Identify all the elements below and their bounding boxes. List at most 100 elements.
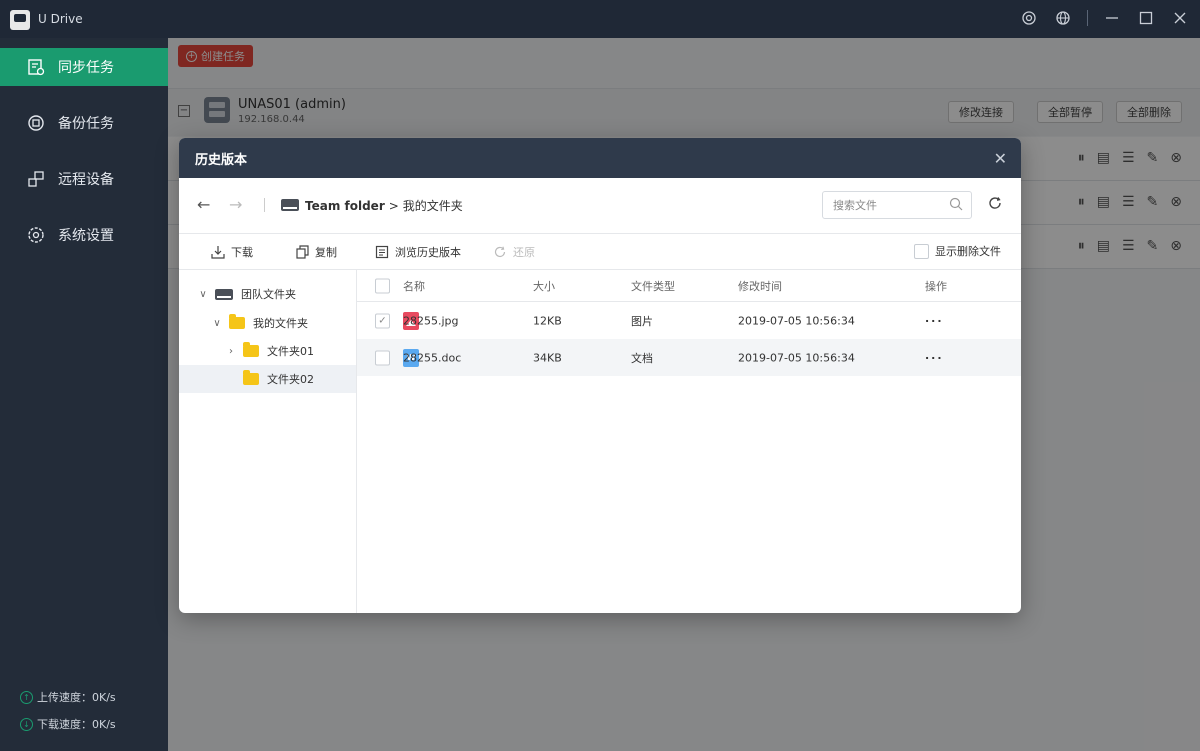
sidebar-item-remote-devices[interactable]: 远程设备 <box>0 160 168 198</box>
sidebar-item-label: 同步任务 <box>58 60 114 76</box>
globe-icon[interactable] <box>1053 8 1073 28</box>
sidebar-item-label: 系统设置 <box>58 228 114 244</box>
folder-tree: ∨ 团队文件夹 ∨ 我的文件夹 › 文件夹01 文件夹02 <box>179 270 357 613</box>
file-type: 文档 <box>631 351 653 365</box>
settings-icon[interactable] <box>1019 8 1039 28</box>
path-bar: ← → Team folder > 我的文件夹 <box>179 178 1021 234</box>
file-type: 图片 <box>631 314 653 328</box>
select-all-checkbox[interactable] <box>375 278 390 293</box>
show-deleted-label: 显示删除文件 <box>935 245 1001 258</box>
file-row[interactable]: W 28255.doc 34KB 文档 2019-07-05 10:56:34 … <box>357 339 1021 376</box>
refresh-icon[interactable] <box>987 195 1003 214</box>
download-icon: ↓ <box>20 717 33 731</box>
file-modified: 2019-07-05 10:56:34 <box>738 351 855 364</box>
path-divider <box>264 198 265 212</box>
restore-button[interactable]: 还原 <box>493 244 535 260</box>
download-icon <box>211 245 225 259</box>
file-list: 名称 大小 文件类型 修改时间 操作 ✓ 28255.jpg 12KB 图片 2… <box>357 270 1021 613</box>
browse-history-button[interactable]: 浏览历史版本 <box>375 244 461 260</box>
column-name[interactable]: 名称 <box>403 278 425 294</box>
restore-icon <box>493 245 507 259</box>
dialog-title: 历史版本 <box>195 152 248 168</box>
file-size: 34KB <box>533 351 562 364</box>
tree-node-folder02[interactable]: 文件夹02 <box>179 365 356 393</box>
column-modified[interactable]: 修改时间 <box>738 278 782 294</box>
file-size: 12KB <box>533 314 562 327</box>
folder-icon <box>243 370 259 385</box>
chevron-right-icon[interactable]: › <box>225 346 237 357</box>
sidebar-item-sync-tasks[interactable]: 同步任务 <box>0 48 168 86</box>
restore-label: 还原 <box>513 246 535 259</box>
breadcrumb: Team folder > 我的文件夹 <box>305 197 463 214</box>
tree-node-my-folder[interactable]: ∨ 我的文件夹 <box>179 309 356 337</box>
folder-icon <box>229 314 245 329</box>
file-name: 28255.doc <box>403 351 462 364</box>
drive-icon <box>281 199 299 211</box>
column-size[interactable]: 大小 <box>533 278 555 294</box>
sidebar: 同步任务 备份任务 远程设备 系统设置 ↑ 上传速度：0K/s ↓ 下载速度：0… <box>0 38 168 751</box>
tree-node-team-folder[interactable]: ∨ 团队文件夹 <box>179 280 356 308</box>
chevron-down-icon[interactable]: ∨ <box>211 318 223 329</box>
dialog-header: 历史版本 ✕ <box>179 138 1021 178</box>
show-deleted-toggle[interactable]: 显示删除文件 <box>914 243 1001 259</box>
tree-node-label: 文件夹02 <box>267 373 314 386</box>
tree-node-label: 文件夹01 <box>267 345 314 358</box>
column-actions: 操作 <box>925 279 947 293</box>
sidebar-item-system-settings[interactable]: 系统设置 <box>0 216 168 254</box>
download-speed: ↓ 下载速度：0K/s <box>20 716 116 732</box>
breadcrumb-current[interactable]: 我的文件夹 <box>403 197 463 214</box>
breadcrumb-root[interactable]: Team folder <box>305 199 385 213</box>
download-button[interactable]: 下载 <box>211 244 253 260</box>
title-bar: U Drive <box>0 0 1200 38</box>
maximize-icon[interactable] <box>1136 8 1156 28</box>
more-actions-icon[interactable]: ··· <box>925 314 944 327</box>
show-deleted-checkbox[interactable] <box>914 243 929 259</box>
copy-button[interactable]: 复制 <box>295 244 337 260</box>
file-list-header: 名称 大小 文件类型 修改时间 操作 <box>357 270 1021 302</box>
file-checkbox-checked[interactable]: ✓ <box>375 313 390 328</box>
tree-node-folder01[interactable]: › 文件夹01 <box>179 337 356 365</box>
dialog-toolbar: 下载 复制 浏览历史版本 还原 显示删除文件 <box>179 234 1021 270</box>
file-checkbox[interactable] <box>375 350 390 365</box>
back-arrow-icon[interactable]: ← <box>197 195 210 214</box>
chevron-down-icon[interactable]: ∨ <box>197 289 209 300</box>
history-version-dialog: 历史版本 ✕ ← → Team folder > 我的文件夹 下载 <box>179 138 1021 613</box>
file-row[interactable]: ✓ 28255.jpg 12KB 图片 2019-07-05 10:56:34 … <box>357 302 1021 339</box>
forward-arrow-icon[interactable]: → <box>229 195 242 214</box>
more-actions-icon[interactable]: ··· <box>925 351 944 364</box>
close-icon[interactable] <box>1170 8 1190 28</box>
sidebar-item-label: 备份任务 <box>58 116 114 132</box>
upload-icon: ↑ <box>20 690 33 704</box>
search-input[interactable] <box>833 192 943 218</box>
app-title: U Drive <box>38 12 83 26</box>
sync-task-icon <box>26 57 46 77</box>
download-speed-text: 下载速度：0K/s <box>37 718 116 731</box>
search-icon[interactable] <box>949 197 963 214</box>
backup-icon <box>26 113 46 133</box>
remote-device-icon <box>26 169 46 189</box>
sidebar-item-label: 远程设备 <box>58 172 114 188</box>
tree-node-label: 我的文件夹 <box>253 317 308 330</box>
titlebar-divider <box>1087 10 1088 26</box>
drive-icon <box>215 288 233 300</box>
app-logo <box>10 10 30 30</box>
column-type[interactable]: 文件类型 <box>631 278 675 294</box>
upload-speed: ↑ 上传速度：0K/s <box>20 689 116 705</box>
file-modified: 2019-07-05 10:56:34 <box>738 314 855 327</box>
tree-node-label: 团队文件夹 <box>241 288 296 301</box>
file-name: 28255.jpg <box>403 314 459 327</box>
copy-label: 复制 <box>315 246 337 259</box>
dialog-body: ∨ 团队文件夹 ∨ 我的文件夹 › 文件夹01 文件夹02 名称 大小 文件类型… <box>179 270 1021 613</box>
settings-icon <box>26 225 46 245</box>
search-box <box>822 191 972 219</box>
download-label: 下载 <box>231 246 253 259</box>
history-list-icon <box>375 245 389 259</box>
breadcrumb-separator: > <box>388 198 399 213</box>
sidebar-item-backup-tasks[interactable]: 备份任务 <box>0 104 168 142</box>
copy-icon <box>295 245 309 259</box>
close-icon[interactable]: ✕ <box>994 149 1007 168</box>
minimize-icon[interactable] <box>1102 8 1122 28</box>
upload-speed-text: 上传速度：0K/s <box>37 691 116 704</box>
browse-history-label: 浏览历史版本 <box>395 246 461 259</box>
folder-icon <box>243 342 259 357</box>
